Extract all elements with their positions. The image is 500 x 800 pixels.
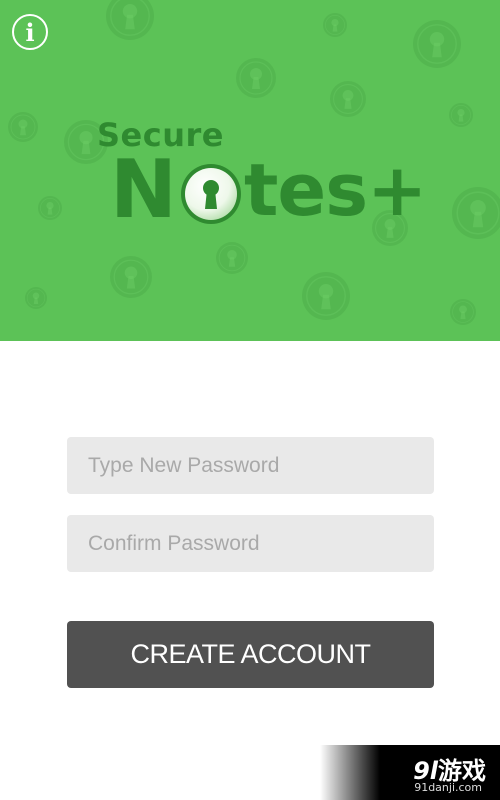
new-password-field[interactable] xyxy=(67,437,434,494)
info-icon[interactable]: i xyxy=(12,14,48,50)
app-logo: N tes+ xyxy=(110,143,427,236)
confirm-password-field[interactable] xyxy=(67,515,434,572)
logo-letter-n: N xyxy=(110,143,177,236)
header-banner: i Secure N tes+ xyxy=(0,0,500,341)
create-account-button[interactable]: CREATE ACCOUNT xyxy=(67,621,434,688)
watermark: 9l游戏 91danji.com xyxy=(320,745,500,800)
watermark-url: 91danji.com xyxy=(414,781,482,794)
logo-rest-text: tes+ xyxy=(243,148,427,232)
keyhole-icon xyxy=(180,164,241,224)
